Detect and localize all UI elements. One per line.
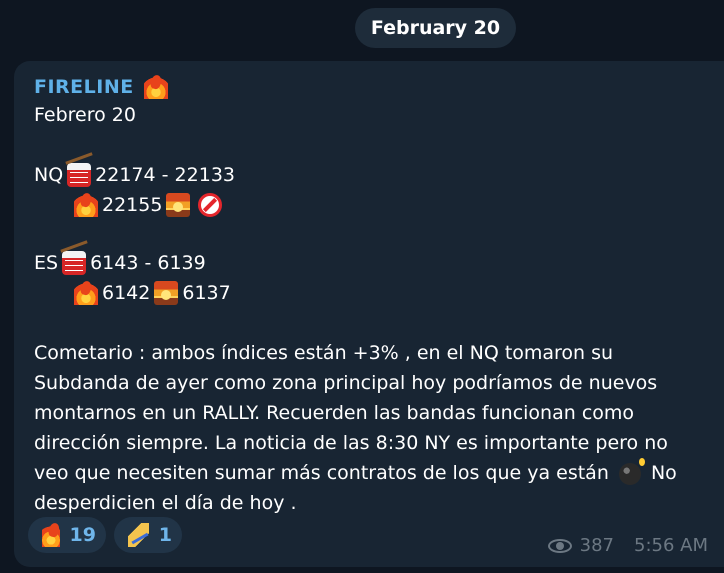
fire-icon xyxy=(74,193,98,217)
reaction-fire[interactable]: 19 xyxy=(28,517,106,553)
message-body: Cometario : ambos índices están +3% , en… xyxy=(34,338,704,518)
reaction-count: 19 xyxy=(69,524,96,546)
no-entry-icon xyxy=(198,193,223,217)
message-date-line: Febrero 20 xyxy=(34,104,136,126)
sender-label: FIRELINE xyxy=(34,76,134,98)
message-date-text: Febrero 20 xyxy=(34,104,136,126)
fire-icon xyxy=(74,281,98,305)
sunset-icon xyxy=(154,281,179,305)
es-level-line: 6142 6137 xyxy=(70,281,231,305)
drum-icon xyxy=(67,163,92,187)
sunset-icon xyxy=(166,193,191,217)
writing-hand-icon xyxy=(128,523,149,547)
es-label: ES xyxy=(34,252,59,274)
sender-name[interactable]: FIRELINE xyxy=(34,75,172,99)
reaction-writing-hand[interactable]: 1 xyxy=(114,517,182,553)
message-body-text: Cometario : ambos índices están +3% , en… xyxy=(34,342,668,484)
es-level-value-a: 6142 xyxy=(102,282,151,304)
nq-range-value: 22174 - 22133 xyxy=(95,164,235,186)
message-bubble[interactable]: FIRELINE Febrero 20 NQ 22174 - 22133 221… xyxy=(14,61,724,567)
bomb-icon xyxy=(618,457,645,485)
es-range-value: 6143 - 6139 xyxy=(90,252,206,274)
message-time: 5:56 AM xyxy=(634,535,708,556)
drum-icon xyxy=(62,251,87,275)
message-meta: 387 5:56 AM xyxy=(547,535,708,556)
nq-label: NQ xyxy=(34,164,64,186)
es-level-value-b: 6137 xyxy=(182,282,231,304)
fire-icon xyxy=(143,75,168,99)
eye-icon xyxy=(547,538,574,553)
nq-level-value: 22155 xyxy=(102,194,163,216)
nq-level-line: 22155 xyxy=(70,193,226,217)
view-count: 387 xyxy=(579,535,614,556)
es-range-line: ES 6143 - 6139 xyxy=(34,251,206,275)
reaction-count: 1 xyxy=(158,524,172,546)
date-separator-label: February 20 xyxy=(370,17,501,39)
fire-icon xyxy=(42,523,60,547)
nq-range-line: NQ 22174 - 22133 xyxy=(34,163,235,187)
date-separator: February 20 xyxy=(355,8,516,48)
